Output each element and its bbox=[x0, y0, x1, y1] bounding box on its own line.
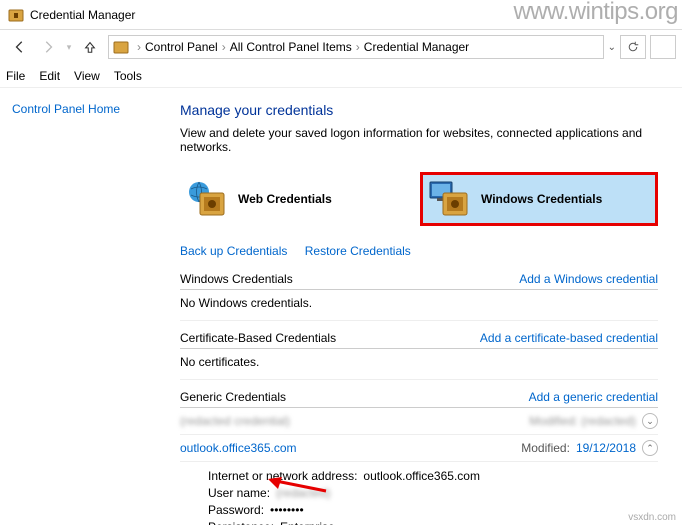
window-title: Credential Manager bbox=[30, 8, 135, 22]
credential-modified-label: Modified: bbox=[521, 441, 570, 455]
chevron-right-icon: › bbox=[133, 40, 145, 54]
menu-bar: File Edit View Tools bbox=[0, 64, 682, 88]
credential-row-expanded[interactable]: outlook.office365.com Modified: 19/12/20… bbox=[180, 435, 658, 462]
address-dropdown[interactable]: ⌄ bbox=[608, 42, 616, 53]
page-subtitle: View and delete your saved logon informa… bbox=[180, 126, 658, 154]
chevron-down-icon[interactable]: ⌄ bbox=[642, 413, 658, 429]
breadcrumb-item[interactable]: All Control Panel Items bbox=[230, 40, 352, 54]
section-title: Generic Credentials bbox=[180, 390, 286, 404]
tab-label: Web Credentials bbox=[238, 192, 332, 206]
detail-addr-value: outlook.office365.com bbox=[363, 469, 480, 483]
up-button[interactable] bbox=[76, 33, 104, 61]
menu-file[interactable]: File bbox=[6, 69, 25, 83]
breadcrumb-icon bbox=[113, 39, 129, 55]
globe-safe-icon bbox=[184, 179, 228, 219]
detail-user-label: User name: bbox=[208, 486, 270, 500]
section-empty-text: No Windows credentials. bbox=[180, 290, 658, 321]
detail-user-value: (redacted) bbox=[276, 486, 331, 500]
section-title: Certificate-Based Credentials bbox=[180, 331, 336, 345]
app-icon bbox=[8, 7, 24, 23]
breadcrumb-item[interactable]: Control Panel bbox=[145, 40, 218, 54]
detail-pass-label: Password: bbox=[208, 503, 264, 517]
sidebar: Control Panel Home bbox=[0, 88, 170, 525]
tab-windows-credentials[interactable]: Windows Credentials bbox=[420, 172, 658, 226]
sidebar-home-link[interactable]: Control Panel Home bbox=[12, 102, 120, 116]
credential-detail: Internet or network address: outlook.offi… bbox=[180, 462, 658, 525]
detail-addr-label: Internet or network address: bbox=[208, 469, 357, 483]
nav-bar: ▾ › Control Panel › All Control Panel It… bbox=[0, 30, 682, 64]
search-button[interactable] bbox=[650, 35, 676, 59]
add-generic-credential-link[interactable]: Add a generic credential bbox=[529, 390, 658, 404]
chevron-up-icon[interactable]: ⌃ bbox=[642, 440, 658, 456]
breadcrumb[interactable]: › Control Panel › All Control Panel Item… bbox=[108, 35, 604, 59]
add-windows-credential-link[interactable]: Add a Windows credential bbox=[519, 272, 658, 286]
chevron-right-icon: › bbox=[352, 40, 364, 54]
section-generic-header: Generic Credentials Add a generic creden… bbox=[180, 390, 658, 408]
credential-name[interactable]: outlook.office365.com bbox=[180, 441, 297, 455]
credential-row[interactable]: (redacted credential) Modified: (redacte… bbox=[180, 408, 658, 435]
section-empty-text: No certificates. bbox=[180, 349, 658, 380]
section-cert-header: Certificate-Based Credentials Add a cert… bbox=[180, 331, 658, 349]
detail-persist-value: Enterprise bbox=[280, 520, 335, 525]
detail-pass-value: •••••••• bbox=[270, 503, 304, 517]
breadcrumb-item[interactable]: Credential Manager bbox=[364, 40, 469, 54]
tab-label: Windows Credentials bbox=[481, 192, 602, 206]
monitor-safe-icon bbox=[427, 179, 471, 219]
detail-persist-label: Persistence: bbox=[208, 520, 274, 525]
credential-modified: Modified: (redacted) bbox=[529, 414, 636, 428]
chevron-right-icon: › bbox=[218, 40, 230, 54]
menu-tools[interactable]: Tools bbox=[114, 69, 142, 83]
credential-name: (redacted credential) bbox=[180, 414, 290, 428]
menu-edit[interactable]: Edit bbox=[39, 69, 60, 83]
recent-dropdown[interactable]: ▾ bbox=[62, 33, 76, 61]
title-bar: Credential Manager bbox=[0, 0, 682, 30]
page-heading: Manage your credentials bbox=[180, 102, 658, 118]
restore-link[interactable]: Restore Credentials bbox=[305, 244, 411, 258]
section-windows-header: Windows Credentials Add a Windows creden… bbox=[180, 272, 658, 290]
backup-restore-links: Back up Credentials Restore Credentials bbox=[180, 244, 658, 258]
add-cert-credential-link[interactable]: Add a certificate-based credential bbox=[480, 331, 658, 345]
main-content: Manage your credentials View and delete … bbox=[170, 88, 682, 525]
forward-button[interactable] bbox=[34, 33, 62, 61]
menu-view[interactable]: View bbox=[74, 69, 100, 83]
back-button[interactable] bbox=[6, 33, 34, 61]
refresh-button[interactable] bbox=[620, 35, 646, 59]
credential-modified-date[interactable]: 19/12/2018 bbox=[576, 441, 636, 455]
tab-web-credentials[interactable]: Web Credentials bbox=[180, 172, 412, 226]
backup-link[interactable]: Back up Credentials bbox=[180, 244, 287, 258]
section-title: Windows Credentials bbox=[180, 272, 293, 286]
